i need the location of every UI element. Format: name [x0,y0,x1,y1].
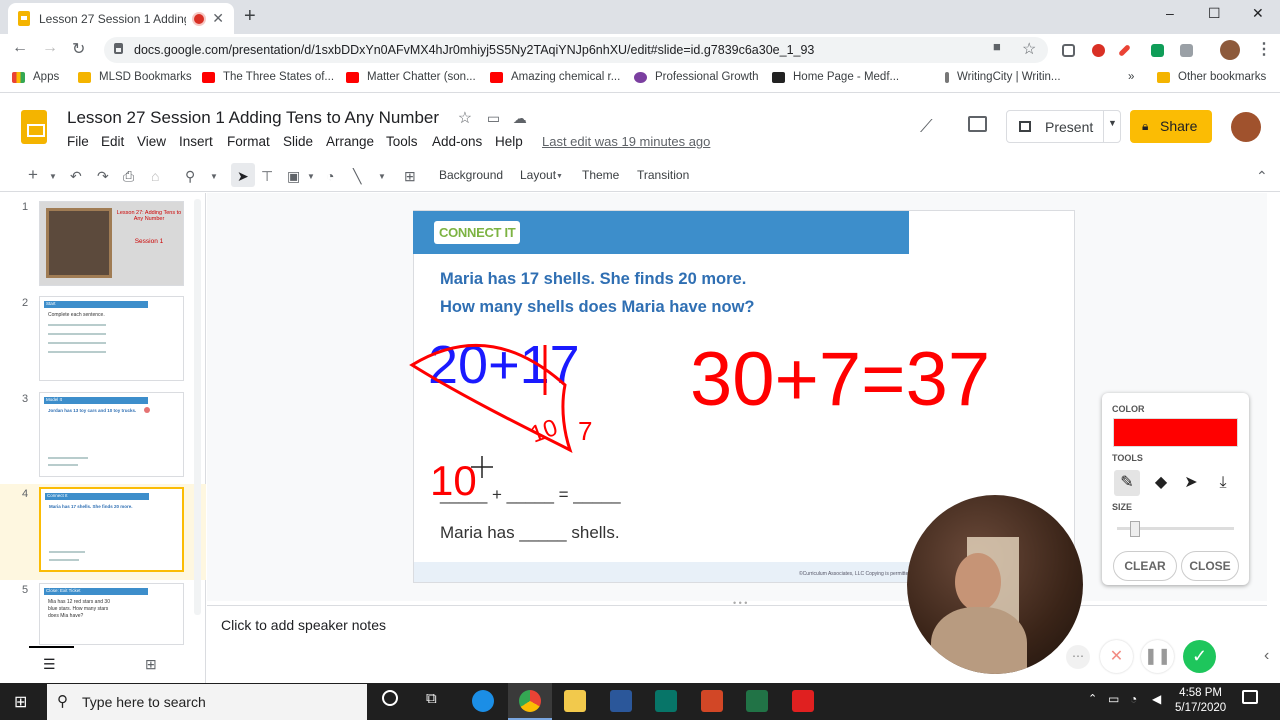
pen-tool-icon[interactable]: ✎ [1114,470,1140,496]
red-ink-written-ten: 10 [430,457,477,504]
chrome-icon[interactable] [519,690,541,712]
word-icon[interactable] [610,690,632,712]
close-button[interactable]: CLOSE [1181,551,1239,581]
search-icon: ⚲ [57,693,68,710]
taskbar-search[interactable]: ⚲ Type here to search [47,684,367,720]
task-view-icon[interactable]: ⧉ [426,690,437,707]
show-hidden-icons-icon[interactable]: ⌃ [1088,692,1097,705]
download-tool-icon[interactable]: ⤓ [1210,470,1236,496]
excel-icon[interactable] [746,690,768,712]
clear-button[interactable]: CLEAR [1113,551,1177,581]
edge-browser-icon[interactable] [472,690,494,712]
finish-recording-icon[interactable]: ✓ [1183,640,1216,673]
network-icon[interactable]: ◔ [1130,692,1137,706]
pointer-tool-icon[interactable]: ➤ [1178,470,1204,496]
size-slider-handle[interactable] [1129,521,1140,537]
color-label: COLOR [1112,404,1145,414]
presenter-body [931,607,1027,674]
taskbar-clock[interactable]: 4:58 PM 5/17/2020 [1175,686,1226,716]
red-ink-result: 30+7=37 [690,337,990,422]
presenter-face [955,553,1001,611]
pause-recording-icon[interactable]: ❚❚ [1141,640,1174,673]
eraser-tool-icon[interactable]: ◆ [1148,470,1174,496]
red-ink-seven: 7 [578,416,592,446]
acrobat-icon[interactable] [792,690,814,712]
tools-label: TOOLS [1112,453,1143,463]
file-explorer-icon[interactable] [564,690,586,712]
battery-icon[interactable]: ▭ [1108,692,1119,706]
webcam-bubble[interactable] [907,495,1083,674]
powerpoint-icon[interactable] [701,690,723,712]
notes-resize-handle[interactable]: • • • [733,598,747,608]
windows-start-icon[interactable]: ⊞ [14,692,27,712]
collapse-side-panel-icon[interactable]: ‹ [1264,647,1269,665]
blue-ink-expression: 20+17 [428,335,580,395]
notifications-icon[interactable] [1242,690,1258,704]
cortana-icon[interactable] [382,690,398,706]
publisher-icon[interactable] [655,690,677,712]
more-options-icon[interactable]: ⋯ [1066,645,1090,669]
speaker-notes-placeholder[interactable]: Click to add speaker notes [221,617,386,633]
cancel-recording-icon[interactable]: ✕ [1100,640,1133,673]
color-swatch[interactable] [1113,418,1238,447]
size-label: SIZE [1112,502,1133,512]
volume-icon[interactable]: ◀ [1152,692,1161,706]
